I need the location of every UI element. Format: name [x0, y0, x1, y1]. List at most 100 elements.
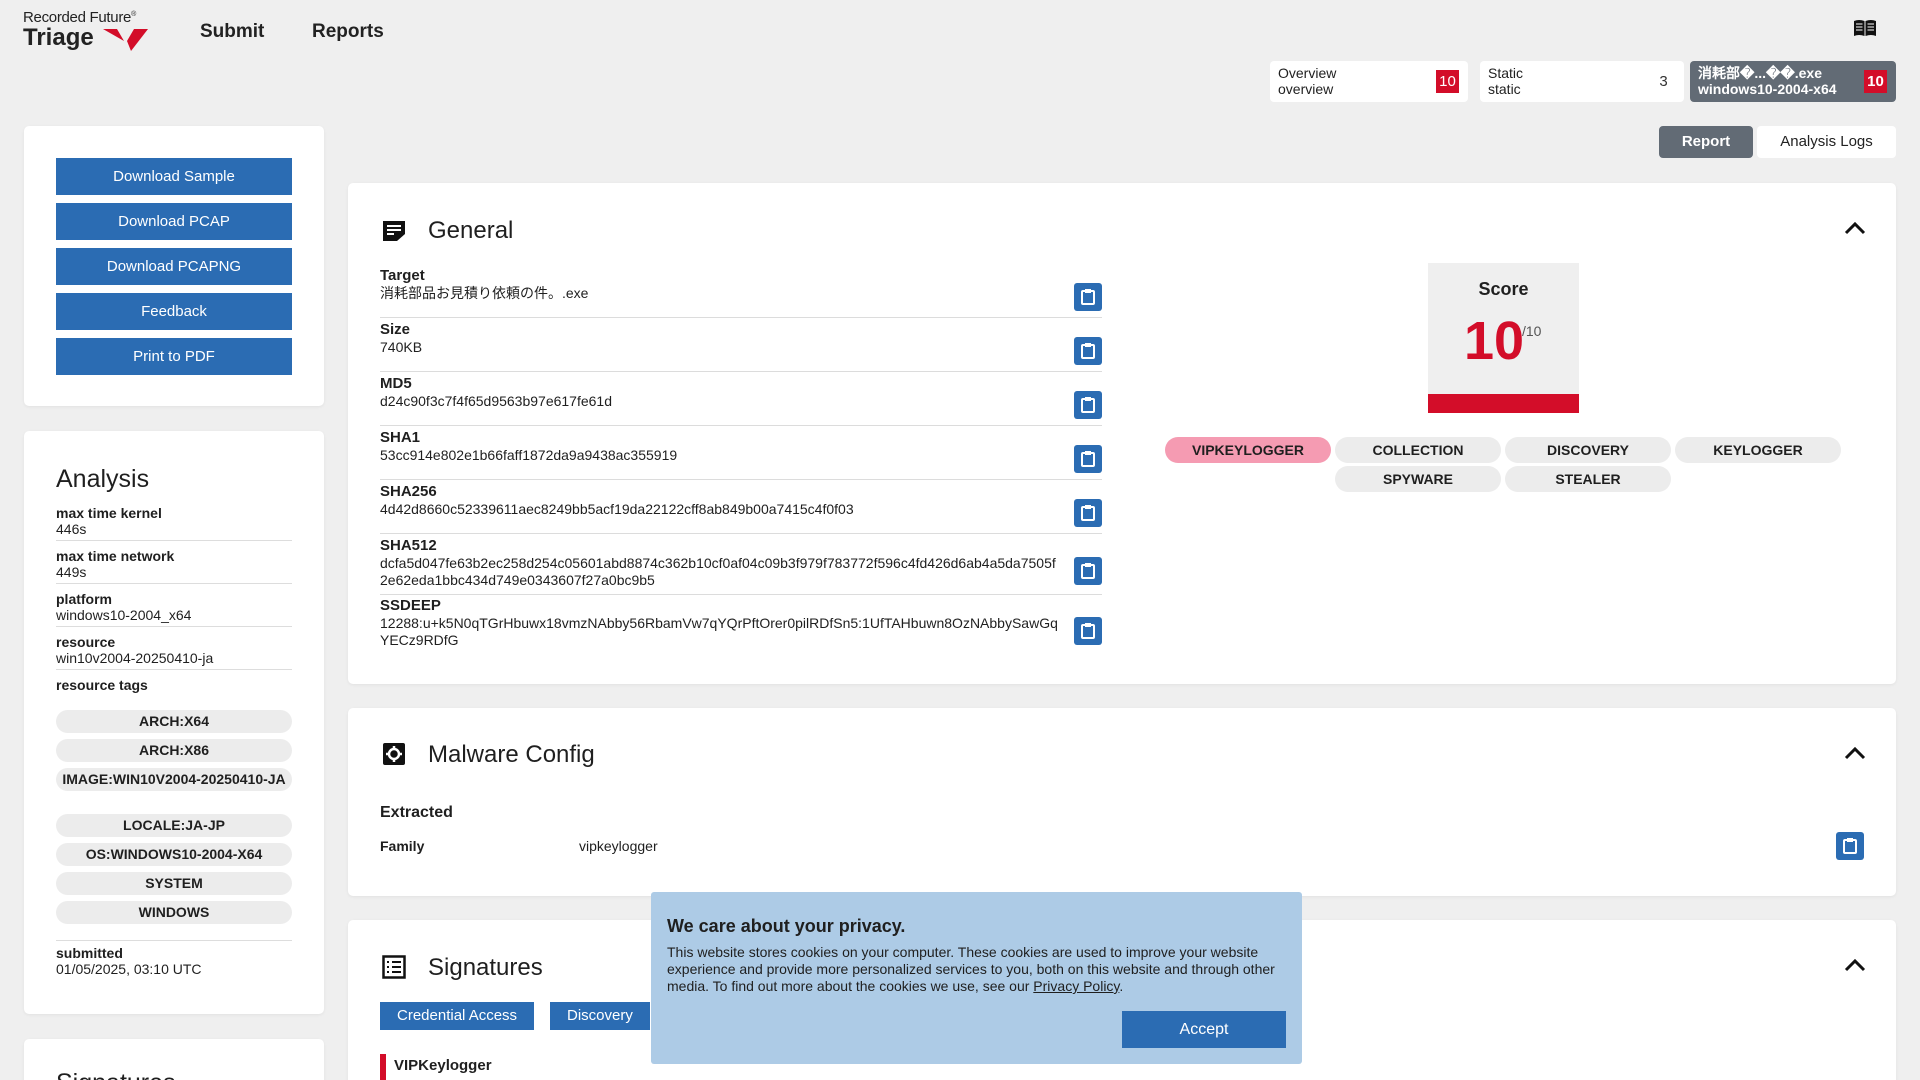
signatures-side-card: Signatures — [24, 1039, 324, 1080]
privacy-title: We care about your privacy. — [667, 916, 906, 936]
tab-run-score: 10 — [1864, 70, 1887, 93]
triage-logo[interactable]: Recorded Future® Triage — [23, 9, 158, 55]
field-label: SHA256 — [380, 483, 437, 500]
kv-max-time-kernel: max time kernel 446s — [56, 505, 292, 541]
tab-overview-title: Overview — [1278, 65, 1337, 81]
logo-mark-icon — [103, 29, 148, 51]
field-value: 消耗部品お見積り依頼の件。.exe — [380, 285, 589, 301]
kv-resource: resource win10v2004-20250410-ja — [56, 634, 292, 670]
accept-button[interactable]: Accept — [1122, 1011, 1286, 1048]
malware-config-title: Malware Config — [428, 741, 595, 768]
behavior-tag[interactable]: DISCOVERY — [1505, 437, 1671, 463]
field-sha256: SHA256 4d42d8660c52339611aec8249bb5acf19… — [380, 483, 1102, 534]
tab-static-score: 3 — [1659, 73, 1668, 90]
resource-tag: SYSTEM — [56, 872, 292, 895]
field-label: MD5 — [380, 375, 412, 392]
copy-button[interactable] — [1074, 337, 1102, 365]
tab-static-subtitle: static — [1488, 81, 1521, 97]
signature-filter-tag[interactable]: Credential Access — [380, 1002, 535, 1030]
resource-tag: WINDOWS — [56, 901, 292, 924]
signature-item-title[interactable]: VIPKeylogger — [394, 1057, 492, 1074]
kv-key: submitted — [56, 945, 123, 961]
field-label: Size — [380, 321, 411, 338]
kv-key: max time kernel — [56, 505, 162, 521]
feedback-button[interactable]: Feedback — [56, 293, 292, 330]
copy-button[interactable] — [1074, 557, 1102, 585]
copy-button[interactable] — [1074, 283, 1102, 311]
download-pcap-button[interactable]: Download PCAP — [56, 203, 292, 240]
field-sha512: SHA512 dcfa5d047fe63b2ec258d254c05601abd… — [380, 537, 1102, 595]
signatures-list-icon — [382, 955, 406, 979]
clipboard-icon — [1843, 838, 1857, 854]
kv-platform: platform windows10-2004_x64 — [56, 591, 292, 627]
kv-key: resource — [56, 634, 116, 650]
malware-config-card: Malware Config Extracted Family vipkeylo… — [348, 708, 1896, 896]
analysis-card: Analysis max time kernel 446s max time n… — [24, 431, 324, 1014]
field-target: Target 消耗部品お見積り依頼の件。.exe — [380, 267, 1102, 318]
tab-static-title: Static — [1488, 65, 1524, 81]
general-note-icon — [383, 221, 405, 241]
tab-static[interactable]: Static static 3 — [1480, 61, 1684, 102]
field-label: SSDEEP — [380, 597, 441, 614]
signature-filter-tag[interactable]: Discovery — [550, 1002, 650, 1030]
report-button[interactable]: Report — [1659, 126, 1753, 158]
field-size: Size 740KB — [380, 321, 1102, 372]
severity-marker — [380, 1054, 386, 1080]
behavior-tag[interactable]: SPYWARE — [1335, 466, 1501, 492]
field-label: SHA1 — [380, 429, 421, 446]
resource-tags-label: resource tags — [56, 677, 148, 693]
copy-button[interactable] — [1074, 391, 1102, 419]
kv-value: win10v2004-20250410-ja — [56, 650, 214, 666]
field-value: 740KB — [380, 339, 423, 355]
privacy-policy-link[interactable]: Privacy Policy — [1033, 978, 1119, 994]
clipboard-icon — [1081, 451, 1095, 467]
kv-value: 446s — [56, 521, 87, 537]
copy-button[interactable] — [1074, 499, 1102, 527]
clipboard-icon — [1081, 505, 1095, 521]
kv-value: windows10-2004_x64 — [56, 607, 192, 623]
field-ssdeep: SSDEEP 12288:u+k5N0qTGrHbuwx18vmzNAbby56… — [380, 597, 1102, 655]
copy-button[interactable] — [1074, 617, 1102, 645]
score-label: Score — [1478, 279, 1529, 299]
collapse-chevron-up-icon[interactable] — [1844, 958, 1866, 972]
behavior-tag[interactable]: COLLECTION — [1335, 437, 1501, 463]
nav-reports[interactable]: Reports — [312, 21, 384, 43]
nav-submit[interactable]: Submit — [200, 21, 264, 43]
download-sample-button[interactable]: Download Sample — [56, 158, 292, 195]
print-pdf-button[interactable]: Print to PDF — [56, 338, 292, 375]
analysis-title: Analysis — [56, 465, 150, 493]
side-card-title: Signatures — [56, 1069, 176, 1080]
tab-overview[interactable]: Overview overview 10 — [1270, 61, 1468, 102]
tab-windows10-run[interactable]: 消耗部�...��.exe windows10-2004-x64 10 — [1690, 61, 1896, 102]
general-card: General Target 消耗部品お見積り依頼の件。.exe Size 74… — [348, 183, 1896, 684]
field-value: 4d42d8660c52339611aec8249bb5acf19da22122… — [380, 501, 854, 517]
resource-tag: ARCH:X64 — [56, 710, 292, 733]
analysis-logs-button[interactable]: Analysis Logs — [1757, 126, 1896, 158]
copy-button[interactable] — [1836, 832, 1864, 860]
copy-button[interactable] — [1074, 445, 1102, 473]
download-pcapng-button[interactable]: Download PCAPNG — [56, 248, 292, 285]
kv-value: 449s — [56, 564, 87, 580]
score-value: 10 — [1464, 311, 1525, 371]
score-bar — [1428, 394, 1579, 413]
field-label: SHA512 — [380, 537, 437, 554]
field-value: d24c90f3c7f4f65d9563b97e617fe61d — [380, 393, 612, 409]
behavior-tag[interactable]: STEALER — [1505, 466, 1671, 492]
field-value: dcfa5d047fe63b2ec258d254c05601abd8874c36… — [380, 555, 1056, 588]
collapse-chevron-up-icon[interactable] — [1844, 221, 1866, 235]
malware-gear-icon — [383, 743, 405, 765]
privacy-popup: We care about your privacy. This website… — [651, 892, 1302, 1064]
kv-submitted: submitted 01/05/2025, 03:10 UTC — [56, 940, 292, 980]
collapse-chevron-up-icon[interactable] — [1844, 746, 1866, 760]
clipboard-icon — [1081, 563, 1095, 579]
family-tag[interactable]: VIPKEYLOGGER — [1165, 437, 1331, 463]
privacy-body: This website stores cookies on your comp… — [667, 944, 1275, 994]
general-title: General — [428, 217, 514, 244]
tab-overview-score: 10 — [1436, 70, 1459, 93]
kv-max-time-network: max time network 449s — [56, 548, 292, 584]
behavior-tag[interactable]: KEYLOGGER — [1675, 437, 1841, 463]
docs-book-icon[interactable] — [1853, 19, 1877, 37]
kv-key: max time network — [56, 548, 175, 564]
product-name: Triage — [23, 24, 94, 51]
tab-run-subtitle: windows10-2004-x64 — [1698, 81, 1837, 97]
